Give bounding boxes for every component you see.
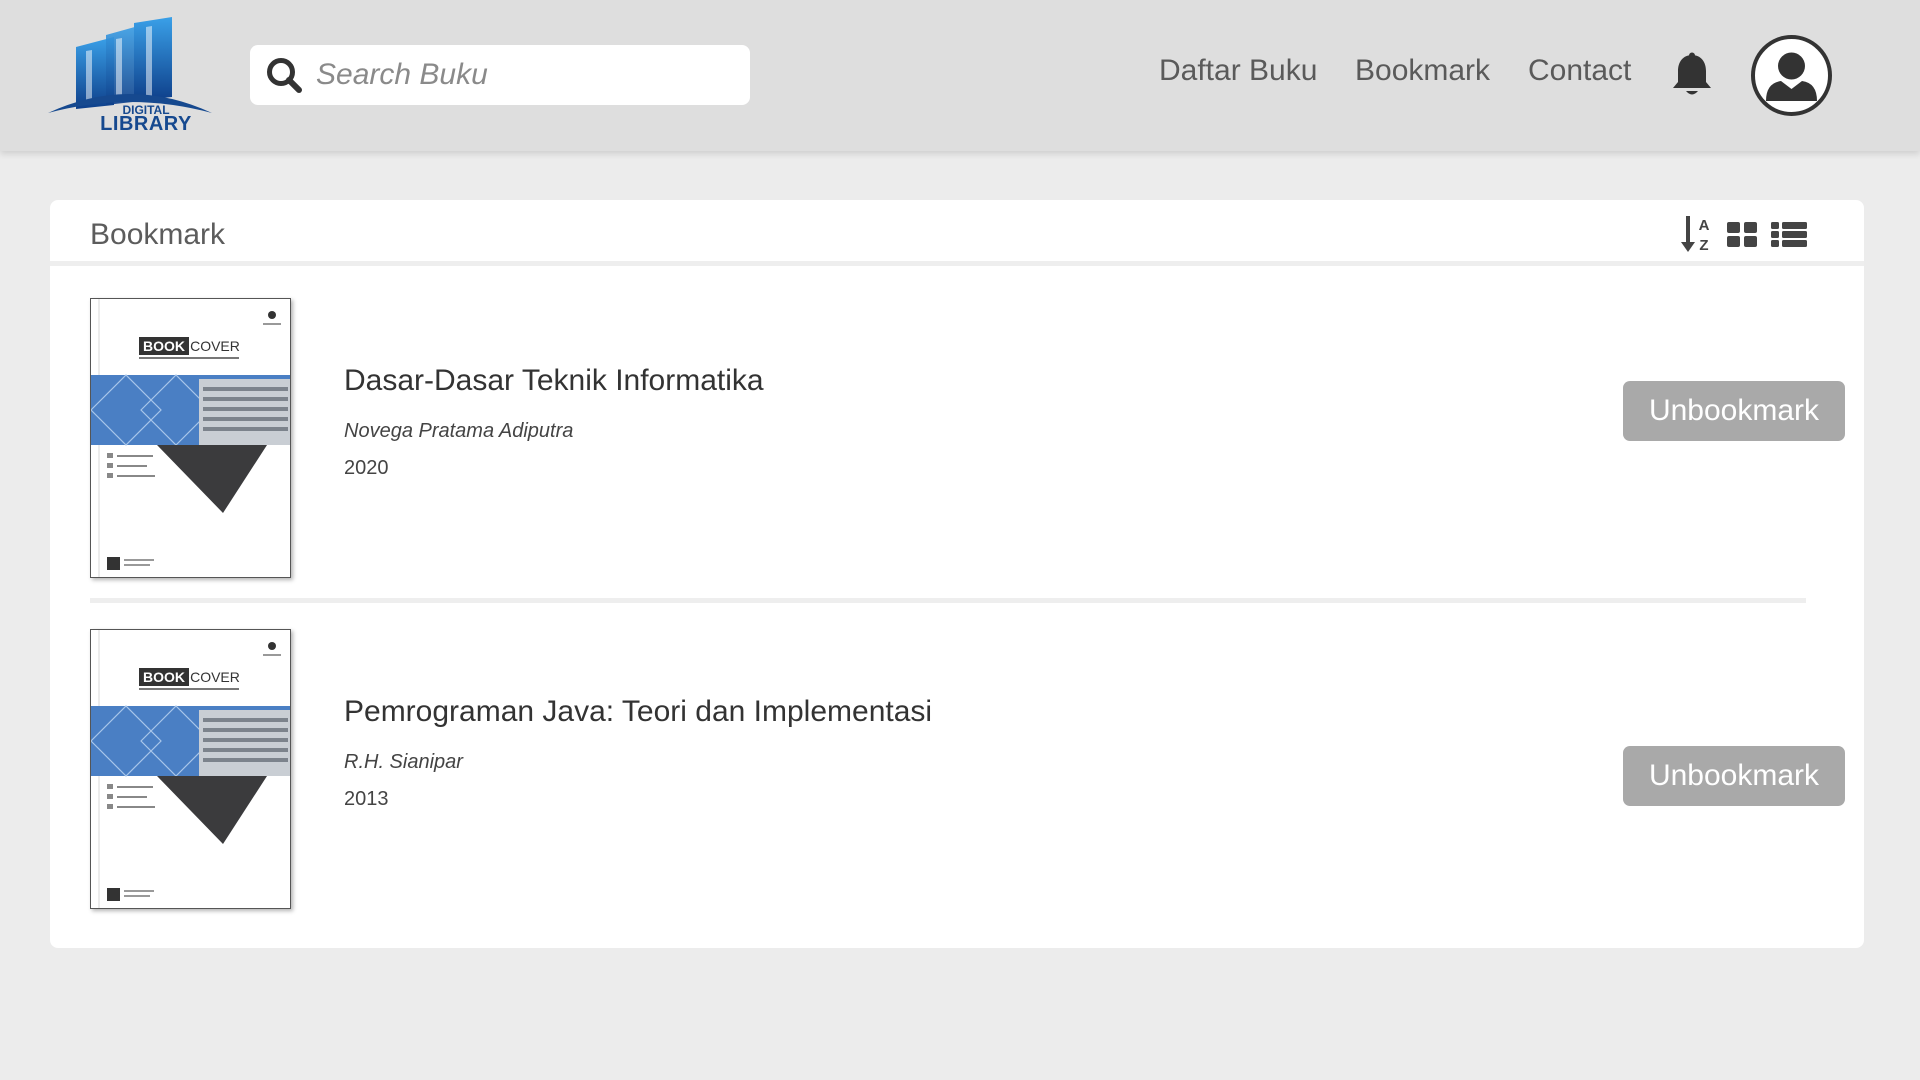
bookmark-item: BOOK COVER (90, 629, 1845, 911)
svg-text:Z: Z (1699, 237, 1708, 254)
book-cover-image: BOOK COVER (91, 299, 290, 577)
cover-text-book: BOOK (143, 338, 185, 354)
user-avatar-icon (1766, 52, 1817, 101)
book-title[interactable]: Dasar-Dasar Teknik Informatika (344, 364, 764, 398)
unbookmark-button[interactable]: Unbookmark (1623, 381, 1845, 441)
panel-header: Bookmark A Z (50, 200, 1864, 266)
top-navigation-bar: DIGITAL LIBRARY Daftar Buku Bookmark Con… (0, 0, 1920, 151)
grid-view-icon[interactable] (1725, 214, 1759, 254)
panel-title: Bookmark (90, 218, 226, 251)
bell-icon[interactable] (1670, 52, 1714, 98)
nav-bookmark[interactable]: Bookmark (1355, 54, 1490, 88)
book-author: Novega Pratama Adiputra (344, 420, 574, 442)
logo-text-library: LIBRARY (100, 113, 192, 135)
search-icon[interactable] (264, 55, 304, 95)
svg-text:A: A (1699, 217, 1710, 234)
digital-library-logo[interactable]: DIGITAL LIBRARY (46, 17, 214, 135)
book-cover[interactable]: BOOK COVER (90, 629, 291, 909)
bookmark-panel: Bookmark A Z BOOK COVER Dasar-Dasar Tekn… (50, 200, 1864, 948)
book-year: 2020 (344, 457, 389, 479)
user-avatar[interactable] (1751, 35, 1832, 116)
sort-alpha-icon[interactable]: A Z (1680, 214, 1714, 254)
book-author: R.H. Sianipar (344, 751, 463, 773)
search-input[interactable] (316, 53, 736, 97)
list-view-icon[interactable] (1770, 214, 1808, 254)
cover-text-book: BOOK (143, 669, 185, 685)
nav-daftar-buku[interactable]: Daftar Buku (1159, 54, 1317, 88)
bookmark-item: BOOK COVER (90, 298, 1845, 580)
unbookmark-button[interactable]: Unbookmark (1623, 746, 1845, 806)
book-cover[interactable]: BOOK COVER (90, 298, 291, 578)
book-title[interactable]: Pemrograman Java: Teori dan Implementasi (344, 695, 932, 729)
search-bar[interactable] (250, 45, 750, 105)
nav-contact[interactable]: Contact (1528, 54, 1631, 88)
book-year: 2013 (344, 788, 389, 810)
cover-text-cover: COVER (190, 669, 240, 685)
item-divider (90, 598, 1806, 603)
cover-text-cover: COVER (190, 338, 240, 354)
book-cover-image: BOOK COVER (91, 630, 290, 908)
